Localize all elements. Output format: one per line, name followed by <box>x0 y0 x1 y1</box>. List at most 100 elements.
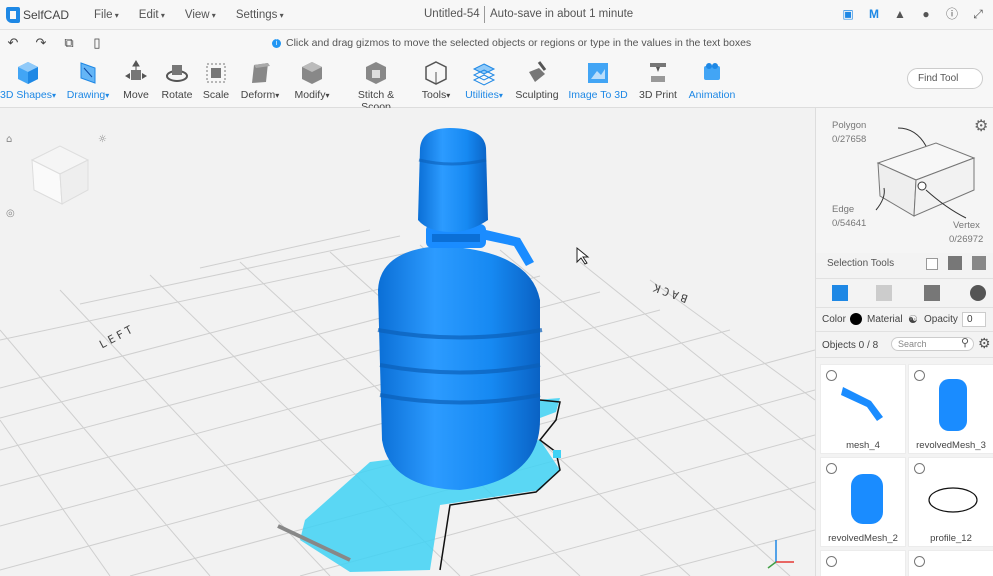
redo-icon[interactable]: ↷ <box>34 35 48 51</box>
utilities-icon <box>472 63 496 86</box>
object-select-radio[interactable] <box>914 556 925 567</box>
tool-utilities[interactable]: Utilities <box>462 60 506 101</box>
home-view-icon[interactable]: ⌂ <box>6 134 12 145</box>
app-logo[interactable]: SelfCAD <box>6 6 78 23</box>
tools-icon <box>425 61 447 85</box>
info-icon[interactable]: ⓘ <box>945 7 959 21</box>
hint-info-icon: i <box>272 38 281 48</box>
select-arrow-icon[interactable] <box>926 258 938 270</box>
properties-row: Color Material ☯ Opacity 0 <box>816 308 993 332</box>
rotate-icon <box>166 65 188 82</box>
selection-cube-diagram <box>875 127 976 219</box>
opacity-input[interactable]: 0 <box>962 312 986 327</box>
view-cube[interactable] <box>30 145 90 205</box>
object-select-radio[interactable] <box>826 556 837 567</box>
object-card-mesh-4[interactable]: mesh_4 <box>820 364 906 454</box>
objects-header: Objects 0 / 8 Search ⚲ ⚙ <box>816 332 993 358</box>
sphere-mode-icon[interactable] <box>970 285 986 301</box>
scene-canvas: ⌂ ☼ ◎ <box>0 128 815 576</box>
animation-icon <box>704 63 720 80</box>
copy-icon[interactable]: ⧉ <box>62 35 76 51</box>
hint-bar: ↶ ↷ ⧉ ▯ i Click and drag gizmos to move … <box>0 30 993 56</box>
main-toolbar: 3D Shapes Drawing Move Rotate Scale Defo… <box>0 56 993 113</box>
printer-icon <box>650 63 666 82</box>
object-select-radio[interactable] <box>914 463 925 474</box>
object-mode-icon[interactable] <box>832 285 848 301</box>
m-logo-icon[interactable]: M <box>867 7 881 21</box>
tool-deform[interactable]: Deform <box>238 60 282 101</box>
object-card-revolvedmesh-3[interactable]: revolvedMesh_3 <box>908 364 993 454</box>
wireframe-mode-icon[interactable] <box>876 285 892 301</box>
modify-icon <box>302 62 322 84</box>
color-swatch[interactable] <box>850 313 862 325</box>
menu-edit[interactable]: Edit <box>135 9 169 21</box>
mouse-cursor-icon <box>576 246 590 265</box>
menu-file[interactable]: File <box>90 9 123 21</box>
find-tool-input[interactable]: Find Tool <box>907 68 983 89</box>
tool-sculpting[interactable]: Sculpting <box>514 60 560 101</box>
camera-icon[interactable]: ◎ <box>6 208 15 219</box>
object-card-revolvedmesh-2[interactable]: revolvedMesh_2 <box>820 457 906 547</box>
tool-3d-print[interactable]: 3D Print <box>636 60 680 101</box>
tool-move[interactable]: Move <box>120 60 152 101</box>
object-name: revolvedMesh_2 <box>828 533 898 544</box>
object-card-partial[interactable] <box>820 550 906 576</box>
deform-icon <box>252 63 270 83</box>
fullscreen-icon[interactable]: ⤢ <box>971 7 985 21</box>
hint-text: Click and drag gizmos to move the select… <box>286 37 752 49</box>
tool-3d-shapes[interactable]: 3D Shapes <box>0 60 56 101</box>
objects-settings-icon[interactable]: ⚙ <box>978 335 991 352</box>
search-icon[interactable]: ⚲ <box>961 336 969 349</box>
object-name: revolvedMesh_3 <box>916 440 986 451</box>
tool-drawing[interactable]: Drawing <box>64 60 112 101</box>
material-icon[interactable]: ☯ <box>908 313 918 326</box>
solid-mode-icon[interactable] <box>924 285 940 301</box>
delete-icon[interactable]: ▯ <box>90 35 104 51</box>
right-panel: Polygon 0/27658 Edge 0/54641 Vertex 0/26… <box>815 108 993 576</box>
save-icon[interactable]: ▣ <box>841 7 855 21</box>
menu-view[interactable]: View <box>181 9 220 21</box>
app-name: SelfCAD <box>23 7 70 22</box>
cube-icon <box>18 62 38 84</box>
title-divider <box>484 6 485 23</box>
bell-icon[interactable]: ▲ <box>893 7 907 21</box>
object-select-radio[interactable] <box>826 370 837 381</box>
stitch-scoop-icon <box>366 62 386 84</box>
menu-bar: SelfCAD File Edit View Settings Untitled… <box>0 0 993 30</box>
pump-cap[interactable] <box>418 128 488 232</box>
menu-settings[interactable]: Settings <box>232 9 288 21</box>
object-card-partial[interactable] <box>908 550 993 576</box>
document-title[interactable]: Untitled-54 <box>424 8 480 20</box>
selection-mode-panel: Polygon 0/27658 Edge 0/54641 Vertex 0/26… <box>816 108 993 253</box>
undo-icon[interactable]: ↶ <box>6 35 20 51</box>
tool-animation[interactable]: Animation <box>686 60 738 101</box>
object-name: mesh_4 <box>846 440 880 451</box>
selfcad-logo-icon <box>6 6 20 23</box>
tool-tools[interactable]: Tools <box>418 60 454 101</box>
tool-stitch-scoop[interactable]: Stitch & Scoop <box>342 60 410 113</box>
drawing-icon <box>80 62 96 84</box>
object-name: profile_12 <box>930 533 972 544</box>
light-icon[interactable]: ☼ <box>98 134 107 145</box>
select-face-icon[interactable] <box>972 256 986 270</box>
tool-rotate[interactable]: Rotate <box>160 60 194 101</box>
select-cube-icon[interactable] <box>948 256 962 270</box>
object-mode-row <box>816 278 993 308</box>
material-label[interactable]: Material <box>867 314 903 325</box>
color-label: Color <box>822 314 846 325</box>
autosave-status: Auto-save in about 1 minute <box>490 8 634 20</box>
tool-scale[interactable]: Scale <box>202 60 230 101</box>
tool-image-to-3d[interactable]: Image To 3D <box>568 60 628 101</box>
objects-count: Objects 0 / 8 <box>822 340 879 351</box>
axis-indicator <box>767 540 794 569</box>
gizmo-handle[interactable] <box>553 450 561 458</box>
3d-viewport[interactable]: ⌂ ☼ ◎ LEFT BACK <box>0 108 815 576</box>
opacity-label: Opacity <box>924 314 958 325</box>
move-icon <box>125 60 147 80</box>
sculpting-icon <box>529 61 547 82</box>
user-icon[interactable]: ● <box>919 7 933 21</box>
object-card-profile-12[interactable]: profile_12 <box>908 457 993 547</box>
tool-modify[interactable]: Modify <box>290 60 334 101</box>
object-select-radio[interactable] <box>914 370 925 381</box>
object-select-radio[interactable] <box>826 463 837 474</box>
